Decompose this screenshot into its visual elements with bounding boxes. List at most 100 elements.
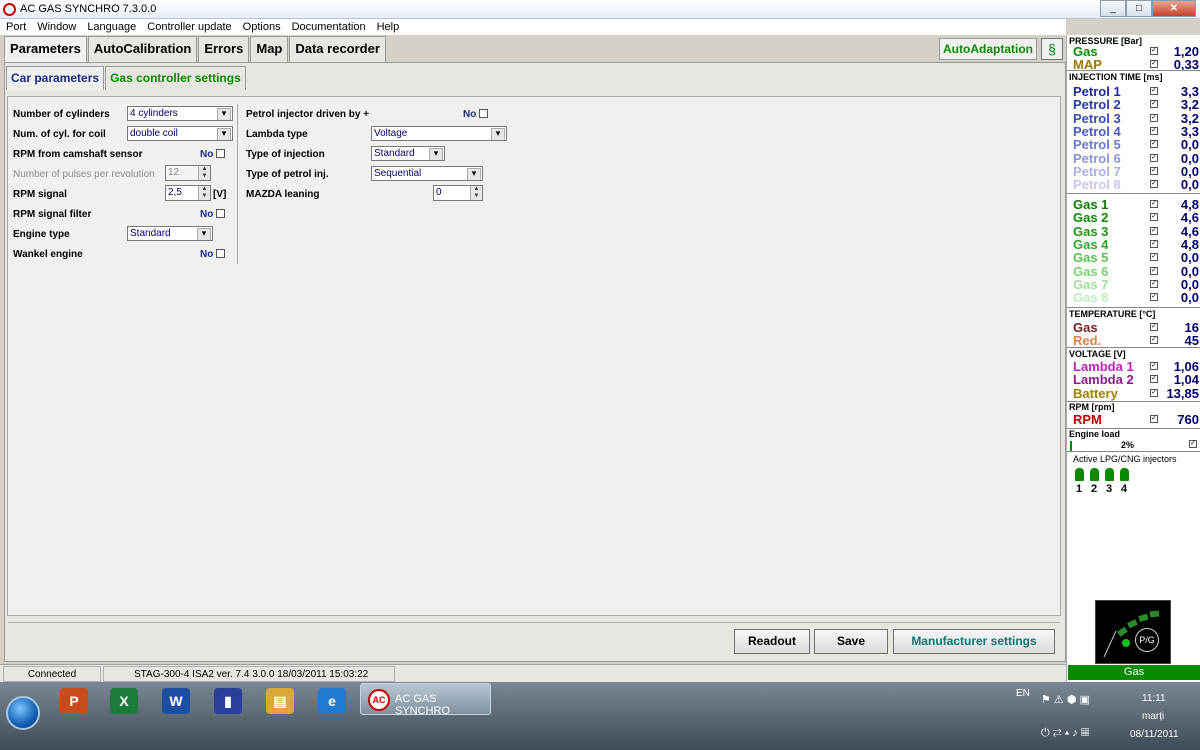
taskbar-ac-gas-synchro[interactable]: AC AC GAS SYNCHRO <box>360 683 491 717</box>
spin-arrows-icon[interactable]: ▲ ▼ <box>470 186 482 200</box>
rpm-filter-checkbox[interactable] <box>216 209 225 218</box>
rpm-label: RPM <box>1073 412 1102 427</box>
rpm-value: 760 <box>1177 412 1199 427</box>
menu-help[interactable]: Help <box>377 19 400 35</box>
gas-injector-row: Gas 2 ✓ 4,6 <box>1069 210 1199 225</box>
spin-arrows-icon[interactable]: ▲ ▼ <box>198 186 210 200</box>
gas-injector-checkbox[interactable]: ✓ <box>1150 239 1158 248</box>
rpm-signal-spinner[interactable]: 2,5 ▲ ▼ <box>165 185 211 201</box>
manufacturer-settings-button[interactable]: Manufacturer settings <box>893 629 1055 654</box>
clock-date[interactable]: 08/11/2011 <box>1130 729 1179 740</box>
title-bar: AC GAS SYNCHRO 7.3.0.0 _ □ ✕ <box>0 0 1200 19</box>
pulses-label: Number of pulses per revolution <box>13 169 155 180</box>
petrol-injector-label: Petrol 8 <box>1073 177 1121 193</box>
taskbar-app-icon[interactable]: P <box>60 688 88 714</box>
window-controls: _ □ ✕ <box>1100 0 1196 17</box>
taskbar-app-icon[interactable]: ▮ <box>214 688 242 714</box>
petrol-injector-checkbox[interactable] <box>479 109 488 118</box>
tray-icons-row2[interactable]: ⏻ ⇄ ▴ ♪ ▦ <box>1041 727 1089 740</box>
voltage-checkbox[interactable]: ✓ <box>1150 388 1158 397</box>
readout-button[interactable]: Readout <box>734 629 810 654</box>
lambda-type-select[interactable]: Voltage <box>371 126 507 141</box>
pressure-checkbox[interactable]: ✓ <box>1150 60 1158 68</box>
menu-controller-update[interactable]: Controller update <box>147 19 231 35</box>
menu-language[interactable]: Language <box>87 19 136 35</box>
help-icon[interactable]: § <box>1041 38 1063 60</box>
temperature-checkbox[interactable]: ✓ <box>1150 336 1158 344</box>
pulses-value: 12 <box>168 167 180 178</box>
mazda-leaning-value: 0 <box>436 187 442 198</box>
gas-injector-checkbox[interactable]: ✓ <box>1150 226 1158 235</box>
gas-injector-checkbox[interactable]: ✓ <box>1150 279 1158 288</box>
petrol-injector-checkbox[interactable]: ✓ <box>1150 180 1158 189</box>
mazda-leaning-spinner[interactable]: 0 ▲ ▼ <box>433 185 483 201</box>
pg-switch[interactable]: P/G <box>1095 600 1171 664</box>
tab-errors[interactable]: Errors <box>198 36 250 62</box>
coil-select[interactable]: double coil <box>127 126 233 141</box>
coil-label: Num. of cyl. for coil <box>13 129 106 140</box>
taskbar-app-icon[interactable]: X <box>110 688 138 714</box>
start-button[interactable] <box>6 696 40 730</box>
tab-map[interactable]: Map <box>250 36 289 62</box>
wankel-checkbox[interactable] <box>216 249 225 258</box>
petrol-injector-checkbox[interactable]: ✓ <box>1150 126 1158 135</box>
voltage-checkbox[interactable]: ✓ <box>1150 362 1158 370</box>
spin-arrows-icon[interactable]: ▲ ▼ <box>198 166 210 180</box>
pressure-checkbox[interactable]: ✓ <box>1150 47 1158 55</box>
menu-window[interactable]: Window <box>37 19 76 35</box>
section-divider <box>1067 451 1200 452</box>
main-tabs: Parameters AutoCalibration Errors Map Da… <box>4 36 387 63</box>
tab-parameters[interactable]: Parameters <box>4 36 87 63</box>
tab-autocalibration[interactable]: AutoCalibration <box>87 36 198 62</box>
petrol-injector-checkbox[interactable]: ✓ <box>1150 140 1158 149</box>
gas-injector-checkbox[interactable]: ✓ <box>1150 253 1158 262</box>
maximize-button[interactable]: □ <box>1126 0 1152 17</box>
temperature-checkbox[interactable]: ✓ <box>1150 323 1158 331</box>
petrol-injector-value: No <box>463 109 477 120</box>
language-indicator[interactable]: EN <box>1016 688 1030 699</box>
autoadaptation-button[interactable]: AutoAdaptation <box>939 38 1037 60</box>
petrol-injector-checkbox[interactable]: ✓ <box>1150 87 1158 95</box>
gas-injector-checkbox[interactable]: ✓ <box>1150 200 1158 208</box>
petrol-inj-type-select[interactable]: Sequential <box>371 166 483 181</box>
petrol-injector-checkbox[interactable]: ✓ <box>1150 153 1158 162</box>
clock-day[interactable]: marți <box>1142 711 1164 722</box>
tray-icons[interactable]: ⚑ ⚠ ⬢ ▣ <box>1041 693 1090 706</box>
gas-injector-checkbox[interactable]: ✓ <box>1150 266 1158 275</box>
injection-type-select[interactable]: Standard <box>371 146 445 161</box>
minimize-button[interactable]: _ <box>1100 0 1126 17</box>
voltage-checkbox[interactable]: ✓ <box>1150 375 1158 384</box>
tab-data-recorder[interactable]: Data recorder <box>289 36 386 62</box>
engine-type-select[interactable]: Standard <box>127 226 213 241</box>
menu-documentation[interactable]: Documentation <box>292 19 366 35</box>
camshaft-checkbox[interactable] <box>216 149 225 158</box>
close-button[interactable]: ✕ <box>1152 0 1196 17</box>
rpm-filter-label: RPM signal filter <box>13 209 92 220</box>
clock-time[interactable]: 11:11 <box>1142 693 1166 704</box>
cylinders-select[interactable]: 4 cylinders <box>127 106 233 121</box>
petrol-inj-type-label: Type of petrol inj. <box>246 169 329 180</box>
injectors-title: Active LPG/CNG injectors <box>1073 454 1177 464</box>
pg-label: P/G <box>1135 628 1159 652</box>
camshaft-value: No <box>200 149 214 160</box>
taskbar-app-icon[interactable]: ▤ <box>266 688 294 714</box>
taskbar-app-icon[interactable]: e <box>318 688 346 714</box>
gas-injector-checkbox[interactable]: ✓ <box>1150 293 1158 302</box>
menu-options[interactable]: Options <box>243 19 281 35</box>
temperature-value: 45 <box>1184 333 1199 348</box>
engine-load-checkbox[interactable]: ✓ <box>1189 440 1197 448</box>
save-button[interactable]: Save <box>814 629 888 654</box>
gas-injector-row: Gas 3 ✓ 4,6 <box>1069 224 1199 239</box>
petrol-injector-checkbox[interactable]: ✓ <box>1150 100 1158 109</box>
taskbar-app-icon[interactable]: W <box>162 688 190 714</box>
petrol-injector-checkbox[interactable]: ✓ <box>1150 166 1158 175</box>
tab-gas-controller-settings[interactable]: Gas controller settings <box>105 66 246 90</box>
tab-car-parameters[interactable]: Car parameters <box>6 66 105 90</box>
menu-port[interactable]: Port <box>6 19 26 35</box>
petrol-injector-checkbox[interactable]: ✓ <box>1150 113 1158 122</box>
gas-injector-checkbox[interactable]: ✓ <box>1150 213 1158 222</box>
injection-title: INJECTION TIME [ms] <box>1069 72 1163 82</box>
pulses-spinner[interactable]: 12 ▲ ▼ <box>165 165 211 181</box>
rpm-checkbox[interactable]: ✓ <box>1150 415 1158 423</box>
section-divider <box>1067 307 1200 308</box>
